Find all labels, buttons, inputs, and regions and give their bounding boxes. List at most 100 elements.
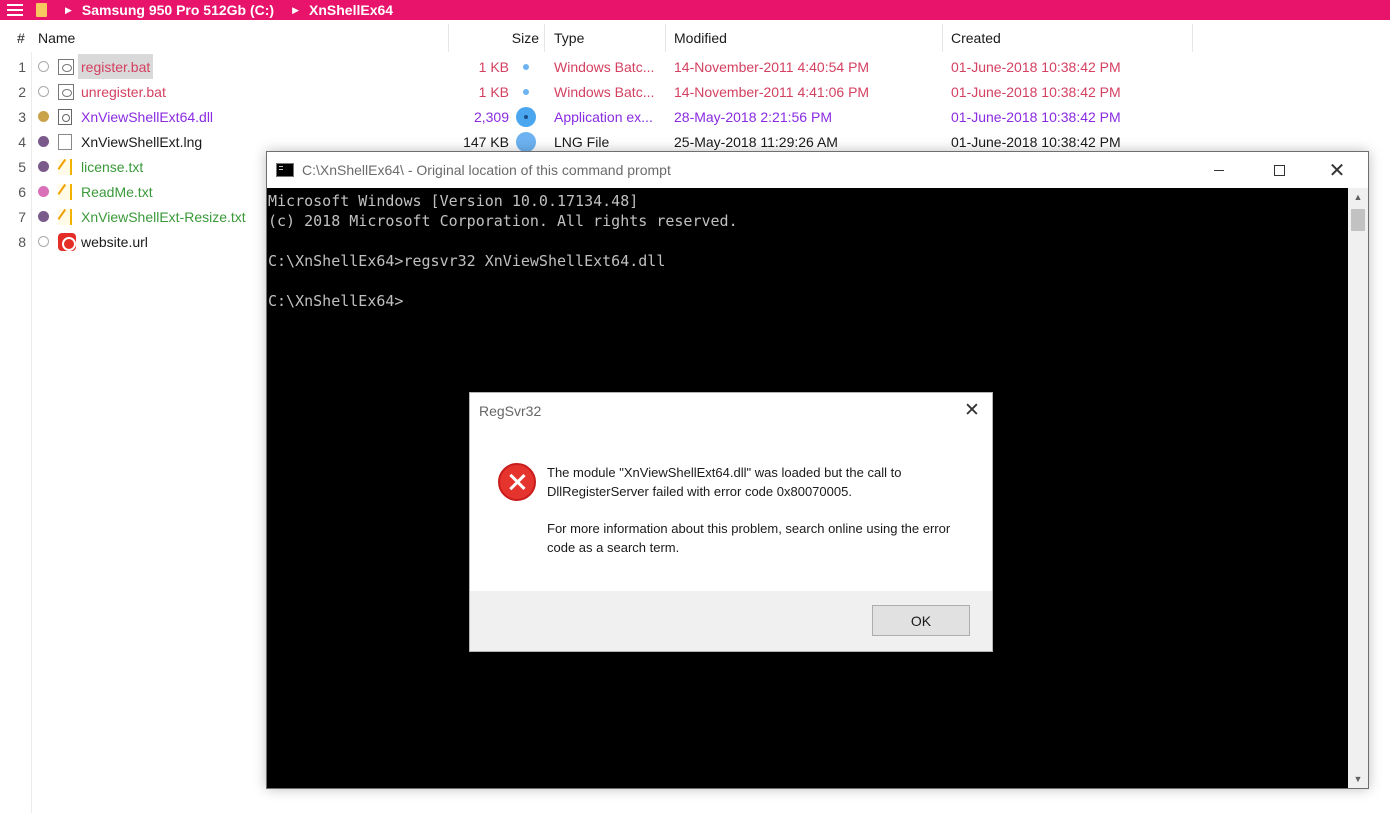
breadcrumb-folder[interactable]: XnShellEx64	[309, 2, 393, 18]
tag-dot-cell[interactable]	[38, 229, 50, 254]
minimize-button[interactable]	[1190, 152, 1248, 188]
column-created[interactable]: Created	[943, 24, 1193, 52]
file-name[interactable]: unregister.bat	[78, 79, 169, 104]
minimize-icon	[1214, 169, 1224, 171]
console-line: C:\XnShellEx64>regsvr32 XnViewShellExt64…	[268, 252, 666, 270]
type-indicator-icon	[523, 88, 529, 95]
lng-file-icon	[58, 133, 72, 150]
file-created: 01-June-2018 10:38:42 PM	[951, 58, 1121, 75]
file-size: 1 KB	[478, 58, 509, 75]
row-number: 7	[18, 208, 26, 225]
error-icon	[498, 463, 536, 501]
column-number[interactable]: #	[17, 30, 25, 46]
file-name[interactable]: register.bat	[78, 54, 154, 79]
column-header: # Name Size Type Modified Created	[0, 24, 1390, 52]
row-number: 1	[18, 58, 26, 75]
file-icon-cell	[58, 79, 76, 104]
row-number: 6	[18, 183, 26, 200]
bat-file-icon	[58, 58, 74, 75]
file-icon-cell	[58, 204, 76, 229]
dialog-title: RegSvr32	[479, 403, 542, 419]
dialog-footer: OK	[470, 591, 992, 651]
text-file-icon	[58, 158, 72, 175]
type-indicator-icon	[516, 131, 536, 152]
file-name[interactable]: ReadMe.txt	[78, 179, 156, 204]
scroll-thumb[interactable]	[1351, 209, 1365, 231]
menu-icon[interactable]	[0, 0, 30, 20]
breadcrumb-drive[interactable]: Samsung 950 Pro 512Gb (C:)	[82, 2, 274, 18]
file-type: Application ex...	[554, 108, 653, 125]
close-icon[interactable]: ✕	[962, 399, 982, 421]
file-name[interactable]: license.txt	[78, 154, 146, 179]
file-size: 2,309	[473, 108, 509, 125]
file-row[interactable]: 1 register.bat 1 KB Windows Batc... 14-Novem…	[0, 54, 1200, 79]
row-number: 3	[18, 108, 26, 125]
file-modified: 28-May-2018 2:21:56 PM	[674, 108, 832, 125]
tag-dot-cell[interactable]	[38, 204, 50, 229]
file-row[interactable]: 3 XnViewShellExt64.dll 2,309 Application ex…	[0, 104, 1200, 129]
tag-dot-cell[interactable]	[38, 54, 50, 79]
console-prompt[interactable]: C:\XnShellEx64>	[268, 291, 1348, 311]
window-title: C:\XnShellEx64\ - Original location of t…	[302, 162, 671, 178]
file-name[interactable]: XnViewShellExt64.dll	[78, 104, 216, 129]
window-title-bar[interactable]: C:\XnShellEx64\ - Original location of t…	[267, 152, 1368, 188]
file-type: Windows Batc...	[554, 58, 655, 75]
dialog-message: The module "XnViewShellExt64.dll" was lo…	[547, 463, 967, 557]
scroll-down-icon[interactable]: ▼	[1348, 770, 1368, 788]
file-size: 1 KB	[478, 83, 509, 100]
regsvr32-dialog: RegSvr32 ✕ The module "XnViewShellExt64.…	[469, 392, 993, 652]
type-indicator-icon	[523, 63, 529, 70]
bat-file-icon	[58, 83, 74, 100]
chevron-right-icon[interactable]: ▶	[292, 5, 299, 16]
dll-file-icon	[58, 108, 72, 125]
scroll-up-icon[interactable]: ▲	[1348, 188, 1368, 206]
type-indicator-cell	[516, 104, 536, 129]
text-file-icon	[58, 183, 72, 200]
type-indicator-icon	[516, 106, 536, 127]
row-number: 5	[18, 158, 26, 175]
type-indicator-cell	[516, 54, 536, 79]
tag-dot-icon	[38, 161, 49, 172]
console-line: (c) 2018 Microsoft Corporation. All righ…	[268, 212, 738, 230]
file-icon-cell	[58, 154, 76, 179]
tag-dot-cell[interactable]	[38, 129, 50, 154]
breadcrumb-bar: ▶ Samsung 950 Pro 512Gb (C:) ▶ XnShellEx…	[0, 0, 1390, 20]
close-button[interactable]: ✕	[1308, 152, 1366, 188]
chevron-right-icon[interactable]: ▶	[65, 5, 72, 16]
file-icon-cell	[58, 129, 76, 154]
tag-dot-icon	[38, 61, 49, 72]
maximize-button[interactable]	[1250, 152, 1308, 188]
file-type: Windows Batc...	[554, 83, 655, 100]
tag-dot-cell[interactable]	[38, 154, 50, 179]
column-type[interactable]: Type	[545, 24, 666, 52]
row-number: 8	[18, 233, 26, 250]
console-icon[interactable]	[276, 163, 294, 177]
column-modified[interactable]: Modified	[666, 24, 943, 52]
column-name[interactable]: Name	[32, 24, 449, 52]
file-modified: 14-November-2011 4:41:06 PM	[674, 83, 870, 100]
url-shortcut-icon	[58, 232, 76, 251]
file-name[interactable]: XnViewShellExt-Resize.txt	[78, 204, 249, 229]
tag-dot-icon	[38, 211, 49, 222]
vertical-scrollbar[interactable]: ▲ ▼	[1348, 188, 1368, 788]
file-row[interactable]: 2 unregister.bat 1 KB Windows Batc... 14-Nov…	[0, 79, 1200, 104]
file-icon-cell	[58, 104, 76, 129]
tag-dot-icon	[38, 111, 49, 122]
file-name[interactable]: XnViewShellExt.lng	[78, 129, 205, 154]
ok-button[interactable]: OK	[872, 605, 970, 636]
folder-icon[interactable]	[36, 3, 47, 17]
tag-dot-icon	[38, 86, 49, 97]
row-number: 2	[18, 83, 26, 100]
type-indicator-cell	[516, 79, 536, 104]
tag-dot-cell[interactable]	[38, 79, 50, 104]
file-icon-cell	[58, 54, 76, 79]
tag-dot-icon	[38, 186, 49, 197]
error-message: The module "XnViewShellExt64.dll" was lo…	[547, 465, 902, 499]
maximize-icon	[1273, 164, 1285, 176]
column-size[interactable]: Size	[449, 24, 545, 52]
tag-dot-cell[interactable]	[38, 104, 50, 129]
file-name[interactable]: website.url	[78, 229, 151, 254]
tag-dot-cell[interactable]	[38, 179, 50, 204]
file-modified: 14-November-2011 4:40:54 PM	[674, 58, 870, 75]
